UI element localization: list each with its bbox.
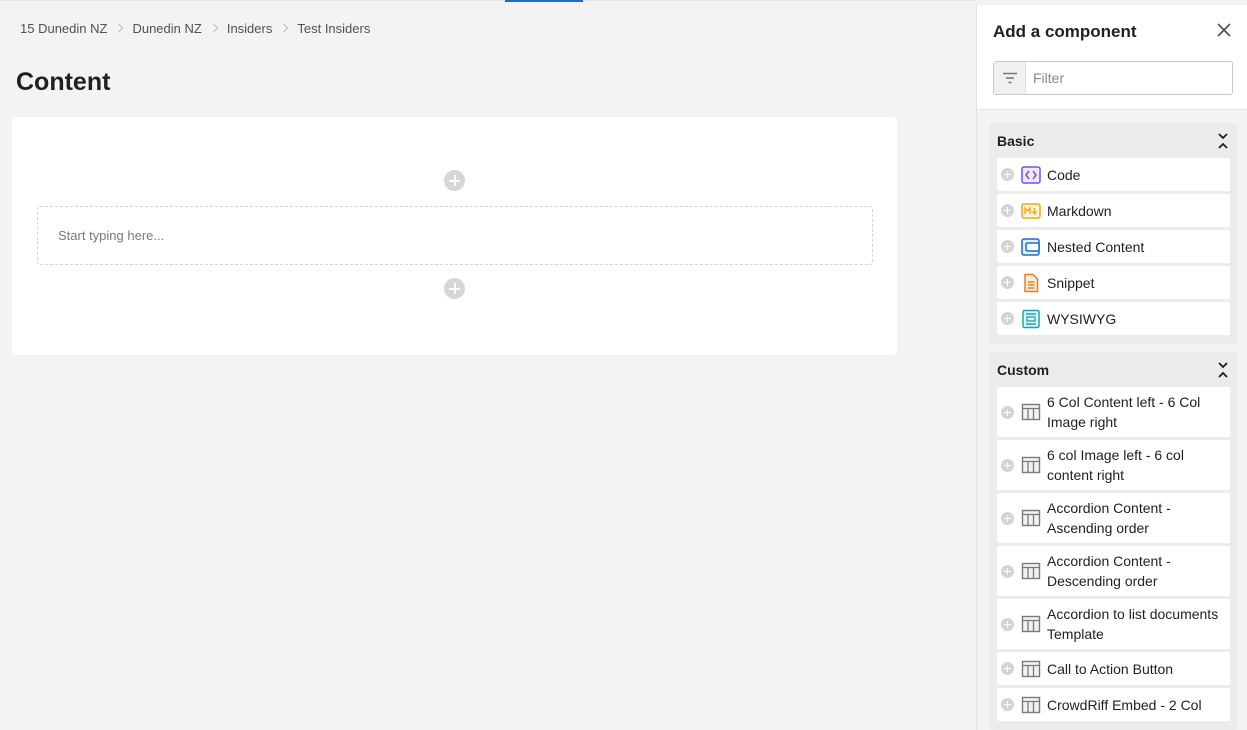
breadcrumb-item[interactable]: Insiders	[227, 21, 273, 36]
content-editor-card: Start typing here...	[12, 117, 897, 355]
add-circle-icon	[1001, 405, 1014, 419]
layout-icon	[1021, 509, 1041, 527]
add-circle-icon	[1001, 276, 1014, 289]
layout-icon	[1021, 562, 1041, 580]
add-circle-icon	[1001, 564, 1014, 578]
component-label: CrowdRiff Embed - 2 Col	[1047, 696, 1202, 713]
nested-content-icon	[1021, 237, 1040, 256]
component-custom[interactable]: Accordion Content - Ascending order	[997, 493, 1230, 543]
layout-icon	[1021, 456, 1041, 474]
component-custom[interactable]: Call to Action Button	[997, 652, 1230, 685]
breadcrumb-item[interactable]: 15 Dunedin NZ	[20, 21, 107, 36]
component-label: WYSIWYG	[1047, 310, 1117, 327]
component-label: Markdown	[1047, 202, 1112, 219]
chevron-right-icon	[115, 23, 124, 33]
component-custom[interactable]: Accordion to list documents Template	[997, 599, 1230, 649]
add-circle-icon	[1001, 312, 1014, 325]
component-label: Snippet	[1047, 274, 1095, 291]
markdown-icon	[1021, 202, 1041, 219]
filter-field	[993, 61, 1233, 95]
breadcrumb: 15 Dunedin NZ Dunedin NZ Insiders Test I…	[20, 19, 370, 37]
add-circle-icon	[1001, 698, 1014, 711]
component-nested-content[interactable]: Nested Content	[997, 230, 1230, 263]
add-circle-icon	[1001, 168, 1014, 181]
add-block-above-button[interactable]	[444, 170, 465, 191]
component-custom[interactable]: 6 col Image left - 6 col content right	[997, 440, 1230, 490]
add-circle-icon	[1001, 458, 1014, 472]
component-label: Code	[1047, 166, 1081, 183]
collapse-icon	[1218, 132, 1228, 149]
component-wysiwyg[interactable]: WYSIWYG	[997, 302, 1230, 335]
group-title: Basic	[997, 132, 1035, 149]
code-icon	[1021, 165, 1041, 184]
group-header-basic[interactable]: Basic	[997, 123, 1230, 158]
add-circle-icon	[1001, 662, 1014, 675]
chevron-right-icon	[209, 23, 219, 33]
layout-icon	[1021, 660, 1041, 677]
group-header-custom[interactable]: Custom	[997, 352, 1230, 387]
close-panel-button[interactable]	[1215, 21, 1233, 39]
component-snippet[interactable]: Snippet	[997, 266, 1230, 299]
top-divider	[0, 0, 976, 1]
component-label: Call to Action Button	[1047, 660, 1174, 677]
component-custom[interactable]: 6 Col Content left - 6 Col Image right	[997, 387, 1230, 437]
layout-icon	[1021, 615, 1041, 633]
breadcrumb-item[interactable]: Test Insiders	[297, 21, 370, 36]
page-title: Content	[16, 68, 111, 96]
panel-title: Add a component	[993, 22, 1137, 41]
layout-icon	[1021, 696, 1041, 713]
add-circle-icon	[1001, 617, 1014, 631]
group-custom: Custom 6 Col Content left - 6 Col Image …	[989, 352, 1238, 730]
breadcrumb-item[interactable]: Dunedin NZ	[132, 21, 201, 36]
add-circle-icon	[1001, 240, 1014, 253]
component-label: Accordion Content - Ascending order	[1047, 500, 1171, 536]
component-markdown[interactable]: Markdown	[997, 194, 1230, 227]
component-list: Basic Code Markdown Nested Content Snipp…	[977, 110, 1247, 730]
chevron-right-icon	[280, 23, 289, 33]
component-label: 6 col Image left - 6 col content right	[1047, 447, 1184, 483]
filter-input[interactable]	[1026, 70, 1226, 86]
filter-icon	[994, 62, 1026, 94]
layout-icon	[1021, 403, 1041, 421]
component-label: Accordion Content - Descending order	[1047, 553, 1171, 589]
add-circle-icon	[1001, 511, 1014, 525]
component-label: 6 Col Content left - 6 Col Image right	[1047, 394, 1201, 430]
component-label: Accordion to list documents Template	[1047, 606, 1219, 642]
component-label: Nested Content	[1047, 238, 1145, 255]
group-basic: Basic Code Markdown Nested Content Snipp…	[989, 123, 1238, 344]
group-title: Custom	[997, 361, 1050, 378]
active-tab-indicator	[505, 0, 583, 2]
component-custom[interactable]: CrowdRiff Embed - 2 Col	[997, 688, 1230, 721]
add-circle-icon	[1001, 204, 1014, 217]
add-block-below-button[interactable]	[444, 278, 465, 299]
component-custom[interactable]: Accordion Content - Descending order	[997, 546, 1230, 596]
close-icon	[1217, 23, 1231, 37]
add-component-panel: Add a component Basic	[976, 5, 1247, 730]
wysiwyg-icon	[1022, 309, 1040, 328]
collapse-icon	[1218, 361, 1228, 378]
component-code[interactable]: Code	[997, 158, 1230, 191]
content-editor-input[interactable]: Start typing here...	[37, 206, 873, 265]
snippet-icon	[1024, 273, 1039, 292]
